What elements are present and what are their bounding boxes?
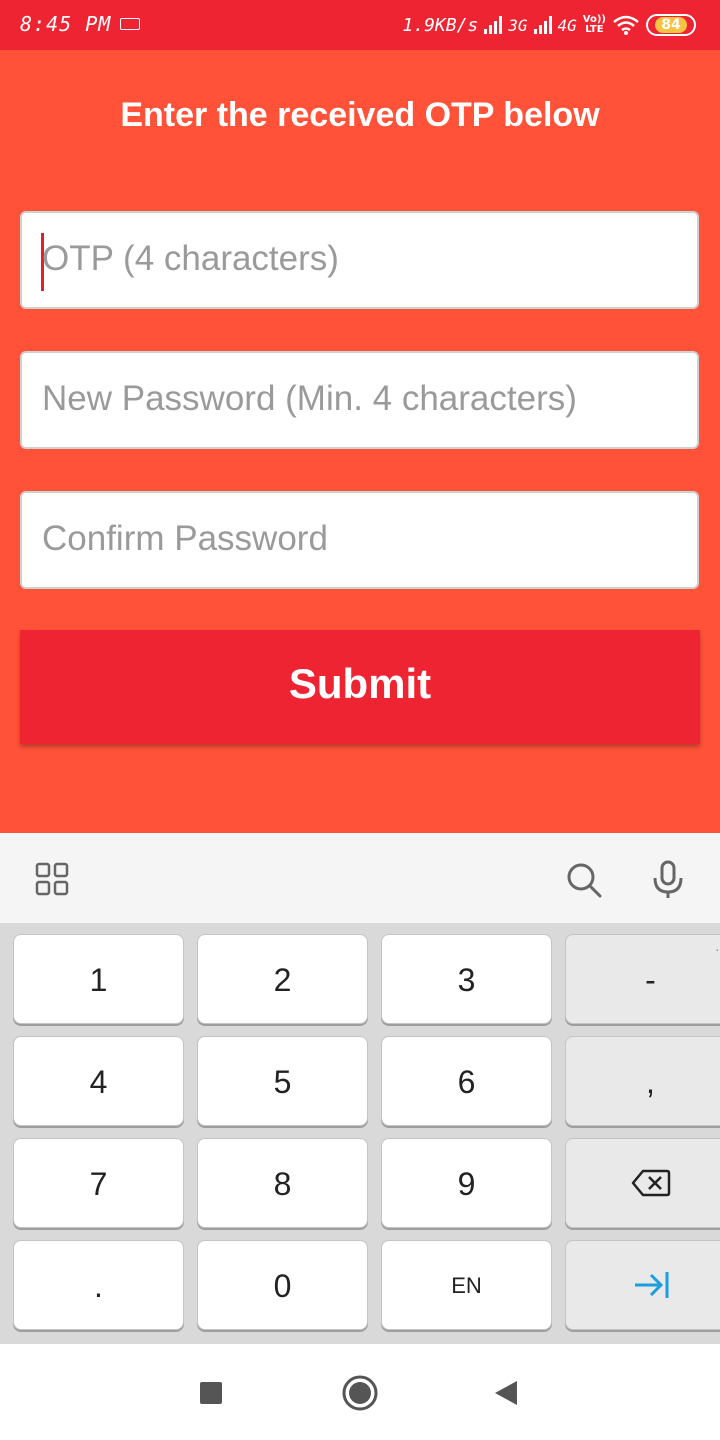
key-9[interactable]: 9 — [381, 1138, 552, 1228]
signal-icon — [484, 16, 503, 34]
wifi-icon — [613, 15, 639, 35]
key-5[interactable]: 5 — [197, 1036, 368, 1126]
microphone-icon[interactable] — [651, 860, 685, 900]
network-type-2: 4G — [557, 15, 577, 35]
otp-input[interactable]: OTP (4 characters) — [20, 211, 699, 309]
key-comma[interactable]: , — [565, 1036, 720, 1126]
status-right: 1.9KB/s 3G 4G Vo)) LTE 84 — [402, 10, 696, 40]
battery-level: 84 — [655, 17, 687, 33]
confirm-password-input[interactable]: Confirm Password — [20, 491, 699, 589]
numeric-keyboard: 1 2 3 - ... 4 5 6 , 7 8 9 . 0 EN — [0, 923, 720, 1344]
status-time: 8:45 PM — [20, 12, 112, 36]
page-title: Enter the received OTP below — [120, 96, 600, 134]
volte-bottom: LTE — [585, 24, 604, 35]
key-1[interactable]: 1 — [13, 934, 184, 1024]
new-password-placeholder: New Password (Min. 4 characters) — [42, 379, 577, 418]
key-4[interactable]: 4 — [13, 1036, 184, 1126]
submit-button[interactable]: Submit — [20, 630, 700, 744]
key-3[interactable]: 3 — [381, 934, 552, 1024]
search-icon[interactable] — [565, 861, 603, 899]
key-minus[interactable]: - ... — [565, 934, 720, 1024]
key-backspace[interactable] — [565, 1138, 720, 1228]
key-period[interactable]: . — [13, 1240, 184, 1330]
key-7[interactable]: 7 — [13, 1138, 184, 1228]
battery-icon: 84 — [646, 14, 696, 36]
volte-indicator: Vo)) LTE — [583, 15, 606, 35]
key-0[interactable]: 0 — [197, 1240, 368, 1330]
recents-square-icon[interactable] — [199, 1381, 223, 1405]
home-circle-icon[interactable] — [341, 1374, 379, 1412]
tab-next-icon — [634, 1272, 668, 1298]
key-language[interactable]: EN — [381, 1240, 552, 1330]
more-indicator: ... — [715, 938, 720, 954]
key-2[interactable]: 2 — [197, 934, 368, 1024]
keyboard-icon — [120, 18, 140, 30]
navigation-bar — [0, 1344, 720, 1440]
back-triangle-icon[interactable] — [493, 1379, 519, 1407]
key-8[interactable]: 8 — [197, 1138, 368, 1228]
backspace-icon — [631, 1169, 670, 1197]
confirm-password-placeholder: Confirm Password — [42, 519, 328, 558]
status-bar: 8:45 PM 1.9KB/s 3G 4G Vo)) LTE 84 — [0, 0, 720, 50]
apps-grid-icon[interactable] — [35, 862, 69, 896]
network-type-1: 3G — [508, 15, 528, 35]
key-next[interactable] — [565, 1240, 720, 1330]
network-speed: 1.9KB/s — [402, 14, 479, 36]
key-6[interactable]: 6 — [381, 1036, 552, 1126]
signal-icon — [533, 16, 552, 34]
new-password-input[interactable]: New Password (Min. 4 characters) — [20, 351, 699, 449]
keyboard-toolbar — [0, 833, 720, 923]
key-minus-label: - — [645, 962, 656, 998]
otp-placeholder: OTP (4 characters) — [42, 239, 339, 278]
